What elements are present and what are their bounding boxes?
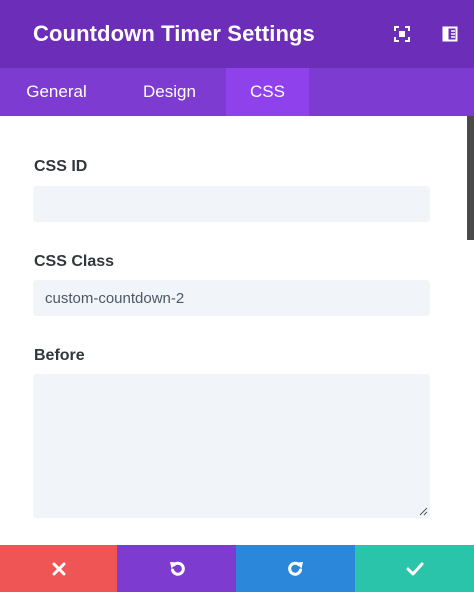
- tab-bar: General Design CSS: [0, 68, 474, 116]
- action-bar: [0, 545, 474, 592]
- cancel-button[interactable]: [0, 545, 117, 592]
- settings-modal: Countdown Timer Settings General Design …: [0, 0, 474, 592]
- expand-button[interactable]: [378, 0, 426, 68]
- redo-button[interactable]: [236, 545, 355, 592]
- tab-css[interactable]: CSS: [226, 68, 309, 116]
- sidebar-toggle-button[interactable]: [426, 0, 474, 68]
- header-actions: [378, 0, 474, 68]
- css-id-input[interactable]: [33, 186, 430, 222]
- save-button[interactable]: [355, 545, 474, 592]
- css-class-label: CSS Class: [34, 253, 115, 270]
- scrollbar[interactable]: [467, 116, 474, 240]
- tab-design[interactable]: Design: [113, 68, 226, 116]
- modal-header: Countdown Timer Settings: [0, 0, 474, 68]
- sidebar-layout-icon: [442, 26, 458, 42]
- expand-icon: [394, 26, 410, 42]
- before-label: Before: [34, 347, 85, 364]
- css-class-input[interactable]: [33, 280, 430, 316]
- settings-content: CSS ID CSS Class Before: [0, 116, 474, 545]
- resize-handle-icon[interactable]: [418, 506, 428, 516]
- redo-icon: [287, 561, 303, 576]
- modal-title: Countdown Timer Settings: [33, 21, 315, 46]
- tab-general[interactable]: General: [0, 68, 113, 116]
- before-textarea[interactable]: [33, 374, 430, 518]
- css-id-label: CSS ID: [34, 158, 88, 175]
- undo-button[interactable]: [117, 545, 236, 592]
- close-icon: [52, 562, 65, 575]
- undo-icon: [169, 561, 185, 576]
- check-icon: [406, 562, 423, 575]
